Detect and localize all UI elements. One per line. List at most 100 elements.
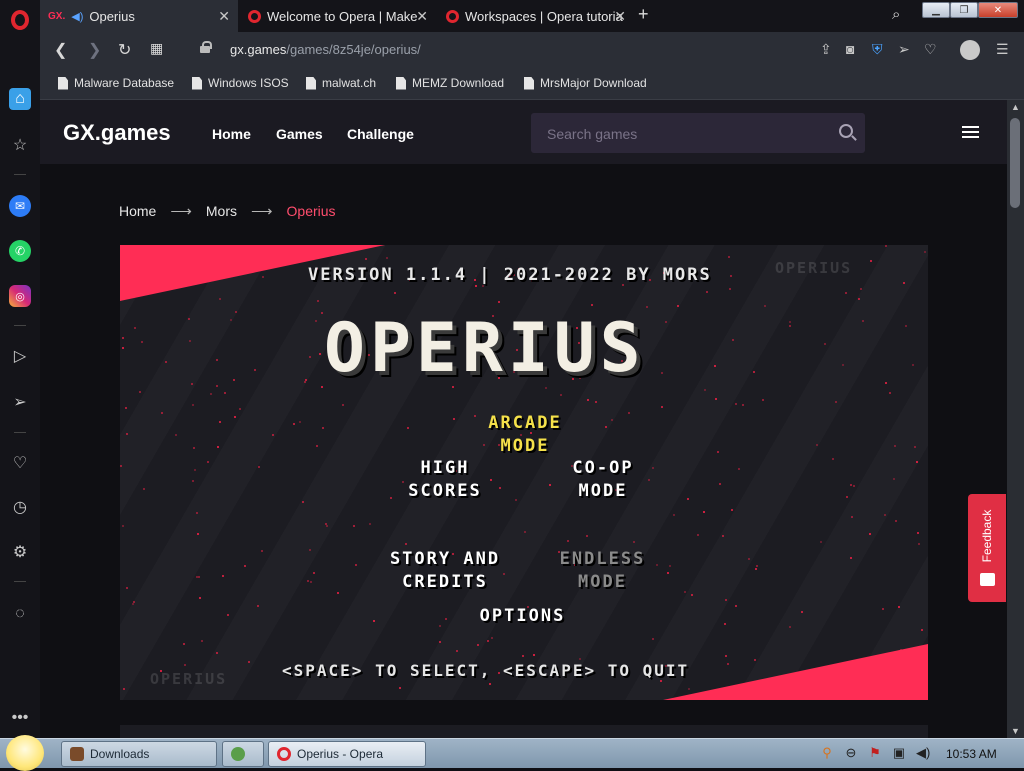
share-icon[interactable]: ⇪ [820, 41, 832, 58]
tab-welcome-opera[interactable]: Welcome to Opera | Make ✕ [240, 0, 436, 32]
bookmark-windows-isos[interactable]: Windows ISOS [192, 76, 289, 90]
particle [860, 288, 862, 290]
breadcrumb-home-link[interactable]: Home [119, 203, 156, 219]
more-dots-icon[interactable]: ••• [9, 707, 31, 729]
minimize-button[interactable]: ▁ [922, 2, 950, 18]
close-tab-icon[interactable]: ✕ [218, 8, 230, 25]
volume-icon[interactable]: ◀) [916, 746, 930, 760]
particle [677, 305, 679, 307]
document-icon [524, 76, 534, 90]
search-games-input[interactable]: Search games [531, 113, 865, 153]
speaker-icon[interactable]: ◀) [71, 10, 83, 23]
particle [762, 399, 764, 401]
instagram-icon[interactable]: ◎ [9, 285, 31, 307]
particle [217, 446, 219, 448]
nav-home-link[interactable]: Home [212, 126, 251, 142]
particle [192, 404, 194, 406]
particle [353, 525, 355, 527]
bookmark-memz-download[interactable]: MEMZ Download [396, 76, 504, 90]
close-window-button[interactable]: ✕ [978, 2, 1018, 18]
history-clock-icon[interactable]: ◷ [9, 496, 31, 518]
send-icon[interactable]: ➢ [898, 41, 910, 58]
settings-gear-icon[interactable]: ⚙ [9, 541, 31, 563]
breadcrumb-creator-link[interactable]: Mors [206, 203, 237, 219]
particle [924, 251, 926, 253]
lock-icon[interactable] [200, 41, 212, 53]
particle [309, 356, 311, 358]
settings-sliders-icon[interactable]: ☰ [996, 41, 1009, 58]
particle [732, 339, 734, 341]
particle [591, 304, 593, 306]
speed-dial-icon[interactable]: ▦ [150, 40, 163, 57]
particle [522, 655, 524, 657]
back-icon[interactable]: ❮ [54, 40, 67, 60]
particle [727, 663, 729, 665]
particle [824, 343, 826, 345]
star-icon[interactable]: ☆ [9, 134, 31, 156]
bookmark-malware-database[interactable]: Malware Database [58, 76, 174, 90]
send-icon[interactable]: ➢ [9, 391, 31, 413]
page-scrollbar[interactable]: ▲ ▼ [1007, 100, 1024, 738]
lightbulb-icon[interactable]: ◌ [9, 603, 31, 625]
particle [272, 434, 274, 436]
particle [652, 638, 654, 640]
bookmark-mrsmajor-download[interactable]: MrsMajor Download [524, 76, 647, 90]
search-icon[interactable] [839, 124, 853, 138]
particle [850, 484, 852, 486]
particle [216, 359, 218, 361]
new-tab-button[interactable]: + [638, 4, 649, 25]
menu-arcade-mode[interactable]: ARCADE MODE [470, 412, 580, 458]
windows-taskbar: Downloads Operius - Opera ⚲ ⊖ ⚑ ▣ ◀) 10:… [0, 735, 1024, 771]
messenger-icon[interactable]: ✉ [9, 195, 31, 217]
taskbar-opera[interactable]: Operius - Opera [268, 741, 426, 767]
game-canvas[interactable]: OPERIUS OPERIUS VERSION 1.1.4 | 2021-202… [120, 245, 928, 700]
profile-avatar[interactable] [960, 40, 980, 60]
sidebar-divider [14, 174, 26, 175]
scrollbar-thumb[interactable] [1010, 118, 1020, 208]
heart-icon[interactable]: ♡ [924, 41, 937, 58]
display-icon[interactable]: ▣ [892, 746, 906, 760]
particle [224, 392, 226, 394]
reload-icon[interactable]: ↻ [118, 40, 131, 60]
document-icon [192, 76, 202, 90]
particle [219, 421, 221, 423]
scroll-up-icon[interactable]: ▲ [1011, 102, 1020, 112]
search-tray-icon[interactable]: ⚲ [820, 746, 834, 760]
taskbar-downloads[interactable]: Downloads [61, 741, 217, 767]
particle [326, 525, 328, 527]
hamburger-menu-icon[interactable] [962, 126, 979, 138]
particle [321, 312, 323, 314]
camera-icon[interactable]: ◙ [846, 41, 854, 57]
scroll-down-icon[interactable]: ▼ [1011, 726, 1020, 736]
tab-operius[interactable]: GX. ◀) Operius ✕ [40, 0, 238, 32]
home-icon[interactable]: ⌂ [9, 88, 31, 110]
close-tab-icon[interactable]: ✕ [416, 8, 428, 25]
menu-coop-mode[interactable]: CO-OP MODE [548, 457, 658, 503]
search-tabs-icon[interactable]: ⌕ [892, 6, 900, 23]
site-logo[interactable]: GX.games [63, 120, 171, 146]
maximize-button[interactable]: ❐ [950, 2, 978, 18]
close-tab-icon[interactable]: ✕ [614, 8, 626, 25]
player-icon[interactable]: ▷ [9, 345, 31, 367]
bookmark-malwatch[interactable]: malwat.ch [306, 76, 376, 90]
nav-challenge-link[interactable]: Challenge [347, 126, 414, 142]
url-field[interactable]: gx.games/games/8z54je/operius/ [230, 42, 421, 57]
nav-games-link[interactable]: Games [276, 126, 323, 142]
menu-story-and-credits[interactable]: STORY AND CREDITS [370, 548, 520, 594]
shield-icon[interactable]: ⛨ [872, 41, 883, 58]
heart-icon[interactable]: ♡ [9, 452, 31, 474]
menu-high-scores[interactable]: HIGH SCORES [390, 457, 500, 503]
whatsapp-icon[interactable]: ✆ [9, 240, 31, 262]
feedback-button[interactable]: Feedback [968, 494, 1006, 602]
menu-endless-mode[interactable]: ENDLESS MODE [540, 548, 665, 594]
taskbar-app-icon[interactable] [222, 741, 264, 767]
particle [730, 275, 732, 277]
particle [515, 499, 517, 501]
tray-circle-icon[interactable]: ⊖ [844, 746, 858, 760]
tab-workspaces[interactable]: Workspaces | Opera tutoria ✕ [438, 0, 634, 32]
network-error-icon[interactable]: ⚑ [868, 746, 882, 760]
taskbar-clock[interactable]: 10:53 AM [946, 747, 997, 761]
menu-options[interactable]: OPTIONS [460, 605, 585, 628]
forward-icon[interactable]: ❯ [88, 40, 101, 60]
start-button[interactable] [6, 735, 44, 771]
